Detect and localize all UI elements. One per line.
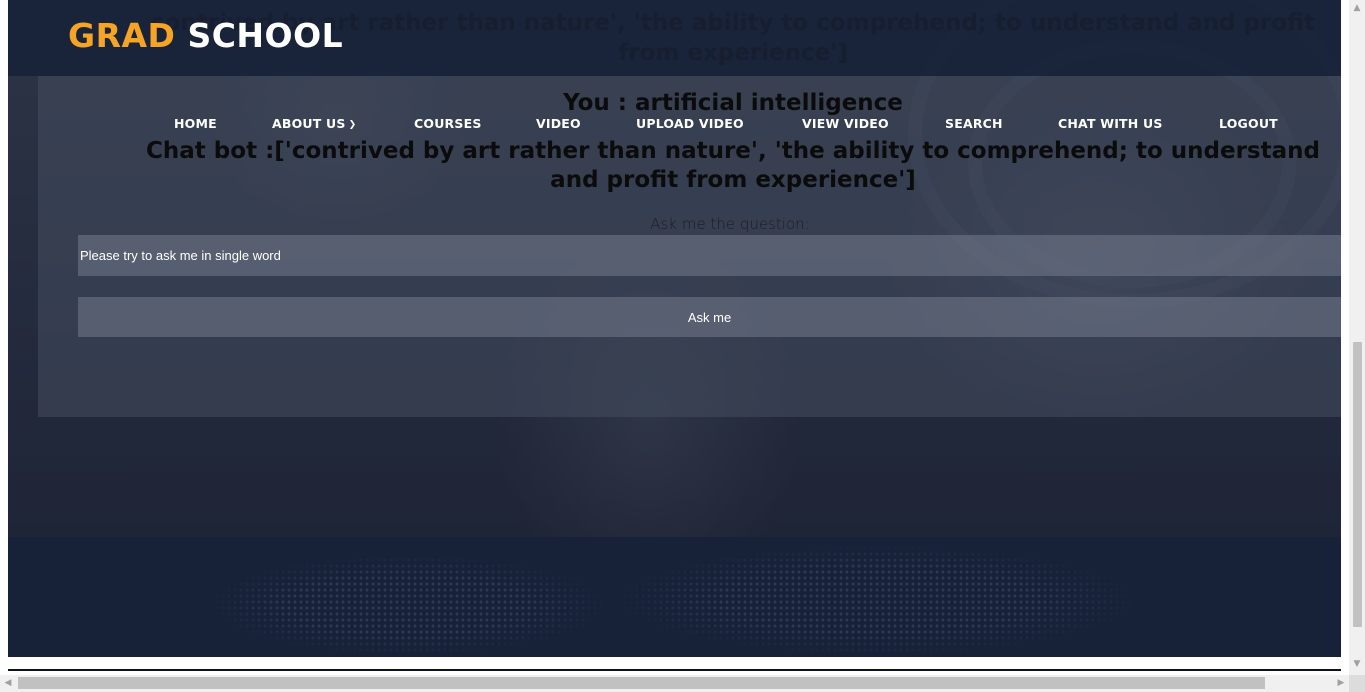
footer-strip xyxy=(8,657,1341,671)
scroll-left-arrow-icon[interactable]: ◀ xyxy=(0,675,16,692)
nav-logout[interactable]: LOGOUT xyxy=(1219,116,1278,131)
page: Ask me You : artificial intelligence Cha… xyxy=(8,0,1341,671)
vertical-scrollbar[interactable]: ▲ ▼ xyxy=(1349,0,1365,692)
nav-about-us[interactable]: ABOUT US ❯ xyxy=(272,116,356,131)
nav-about-us-label: ABOUT US xyxy=(272,116,346,131)
scroll-right-arrow-icon[interactable]: ▶ xyxy=(1333,675,1349,692)
logo-part-school: SCHOOL xyxy=(187,16,344,55)
bot-response: Chat bot :['contrived by art rather than… xyxy=(146,138,1320,193)
horizontal-scroll-thumb[interactable] xyxy=(18,677,1265,689)
nav-search[interactable]: SEARCH xyxy=(945,116,1003,131)
scroll-up-arrow-icon[interactable]: ▲ xyxy=(1349,0,1365,16)
chevron-down-icon: ❯ xyxy=(348,120,357,130)
ask-question-label: Ask me the question: xyxy=(650,215,810,233)
ask-me-button[interactable]: Ask me xyxy=(78,297,1341,337)
horizontal-scrollbar[interactable]: ◀ ▶ xyxy=(0,675,1349,692)
logo-part-grad: GRAD xyxy=(68,16,176,55)
world-map-decor xyxy=(178,545,1178,655)
nav-view-video[interactable]: VIEW VIDEO xyxy=(802,116,889,131)
site-header: contrived by art rather than nature', 't… xyxy=(8,0,1341,76)
nav-home[interactable]: HOME xyxy=(174,116,217,131)
scroll-down-arrow-icon[interactable]: ▼ xyxy=(1349,656,1365,672)
user-message: You : artificial intelligence xyxy=(563,90,903,116)
nav-courses[interactable]: COURSES xyxy=(414,116,482,131)
nav-chat-with-us[interactable]: CHAT WITH US xyxy=(1058,116,1163,131)
site-logo[interactable]: GRAD SCHOOL xyxy=(68,14,343,58)
nav-upload-video[interactable]: UPLOAD VIDEO xyxy=(636,116,744,131)
question-input[interactable] xyxy=(78,235,1341,276)
vertical-scroll-thumb[interactable] xyxy=(1353,342,1362,627)
footer-band xyxy=(8,537,1341,657)
scrollbar-corner xyxy=(1349,675,1365,692)
nav-video[interactable]: VIDEO xyxy=(536,116,581,131)
